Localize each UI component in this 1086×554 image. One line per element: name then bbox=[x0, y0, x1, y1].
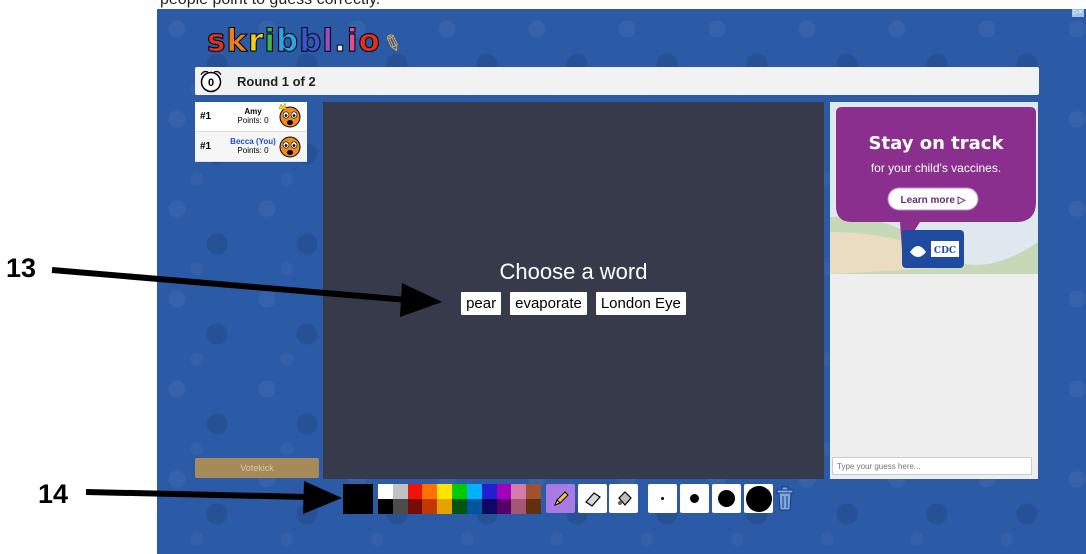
logo-letter: s bbox=[206, 23, 227, 60]
color-swatch[interactable] bbox=[496, 484, 512, 499]
color-palette bbox=[378, 484, 541, 514]
chat-sidebar: Stay on track for your child's vaccines.… bbox=[830, 102, 1038, 479]
annotation-label-14: 14 bbox=[38, 479, 69, 509]
guess-input[interactable] bbox=[832, 457, 1032, 475]
player-points: Points: 0 bbox=[237, 146, 269, 155]
color-swatch[interactable] bbox=[392, 484, 408, 499]
skribbl-logo: skribbl.io✎ bbox=[206, 23, 405, 60]
color-swatch[interactable] bbox=[437, 484, 453, 499]
round-bar: 0 Round 1 of 2 bbox=[195, 67, 1039, 95]
ad-choices-icon[interactable]: ▷× bbox=[1072, 9, 1084, 17]
player-row[interactable]: #1 Amy Points: 0 bbox=[195, 102, 307, 132]
eraser-tool-button[interactable] bbox=[578, 484, 607, 513]
color-swatch[interactable] bbox=[452, 484, 467, 499]
color-swatch[interactable] bbox=[452, 499, 467, 514]
player-avatar bbox=[279, 136, 301, 158]
pencil-tool-button[interactable] bbox=[546, 484, 575, 513]
brush-size-icon bbox=[690, 494, 699, 503]
color-swatch[interactable] bbox=[526, 484, 541, 499]
clock-value: 0 bbox=[208, 77, 214, 89]
player-rank: #1 bbox=[200, 111, 212, 122]
player-name: Amy bbox=[244, 107, 262, 116]
logo-letter: r bbox=[248, 23, 265, 60]
ad-subline: for your child's vaccines. bbox=[871, 161, 1001, 175]
word-option-london-eye[interactable]: London Eye bbox=[595, 292, 686, 315]
player-list: #1 Amy Points: 0 #1 Becca (You) Points: … bbox=[195, 102, 307, 162]
color-swatch[interactable] bbox=[481, 499, 497, 514]
logo-pencil-icon: ✎ bbox=[379, 29, 406, 60]
player-avatar bbox=[278, 103, 301, 128]
player-row[interactable]: #1 Becca (You) Points: 0 bbox=[195, 132, 307, 162]
round-label: Round 1 of 2 bbox=[237, 74, 316, 89]
color-swatch[interactable] bbox=[407, 499, 423, 514]
current-color-swatch bbox=[343, 484, 373, 514]
brush-size-xlarge[interactable] bbox=[744, 484, 773, 513]
crown-icon bbox=[278, 103, 287, 110]
logo-letter: b bbox=[276, 23, 300, 60]
player-points: Points: 0 bbox=[237, 116, 269, 125]
color-swatch[interactable] bbox=[407, 484, 423, 499]
logo-letter: i bbox=[346, 23, 359, 60]
brush-size-icon bbox=[745, 485, 772, 512]
ad-graphic: Stay on track for your child's vaccines.… bbox=[830, 102, 1038, 274]
player-name: Becca (You) bbox=[230, 137, 276, 146]
color-swatch[interactable] bbox=[378, 499, 393, 514]
player-rank: #1 bbox=[200, 141, 212, 152]
color-swatch[interactable] bbox=[392, 499, 408, 514]
logo-letter: . bbox=[334, 23, 347, 60]
color-swatch[interactable] bbox=[378, 484, 393, 499]
advertisement[interactable]: Stay on track for your child's vaccines.… bbox=[830, 102, 1038, 274]
trash-icon[interactable] bbox=[775, 484, 795, 513]
color-swatch[interactable] bbox=[511, 499, 527, 514]
logo-letter: l bbox=[322, 23, 335, 60]
annotation-arrow-14 bbox=[85, 481, 342, 514]
fill-tool-button[interactable] bbox=[609, 484, 638, 513]
alarm-clock-icon: 0 bbox=[200, 70, 222, 93]
logo-letter: b bbox=[299, 23, 323, 60]
brush-size-medium[interactable] bbox=[680, 484, 709, 513]
annotation-arrow-13 bbox=[51, 267, 442, 317]
color-swatch[interactable] bbox=[481, 484, 497, 499]
annotation-label-13: 13 bbox=[6, 253, 37, 283]
color-swatch[interactable] bbox=[526, 499, 541, 514]
color-swatch[interactable] bbox=[466, 499, 482, 514]
brush-size-icon bbox=[718, 490, 735, 507]
word-option-pear[interactable]: pear bbox=[461, 292, 502, 315]
ad-headline: Stay on track bbox=[869, 133, 1005, 154]
ad-logo-text: CDC bbox=[934, 246, 956, 256]
ad-cta-button: Learn more ▷ bbox=[901, 195, 967, 206]
brush-size-icon bbox=[661, 497, 664, 500]
color-swatch[interactable] bbox=[466, 484, 482, 499]
logo-letter: k bbox=[226, 23, 249, 60]
word-option-evaporate[interactable]: evaporate bbox=[510, 292, 587, 315]
page-top-text: people point to guess correctly. bbox=[160, 0, 380, 9]
color-swatch[interactable] bbox=[422, 484, 438, 499]
color-swatch[interactable] bbox=[496, 499, 512, 514]
brush-size-large[interactable] bbox=[712, 484, 741, 513]
logo-letter: o bbox=[358, 23, 381, 60]
color-swatch[interactable] bbox=[437, 499, 453, 514]
fill-bucket-icon bbox=[617, 490, 632, 506]
brush-size-small[interactable] bbox=[648, 484, 677, 513]
logo-letter: i bbox=[264, 23, 277, 60]
color-swatch[interactable] bbox=[422, 499, 438, 514]
pencil-icon bbox=[553, 490, 569, 506]
eraser-icon bbox=[584, 491, 601, 507]
color-swatch[interactable] bbox=[511, 484, 527, 499]
